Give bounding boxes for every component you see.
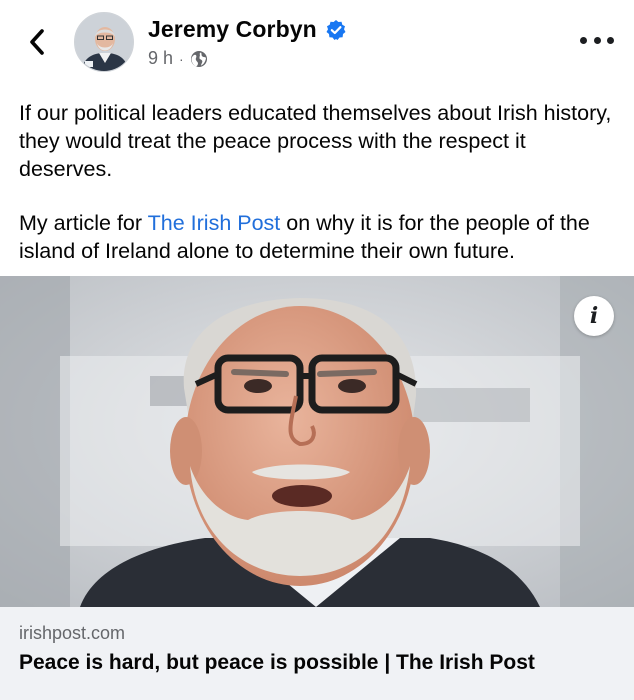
- post-meta: 9 h ·: [148, 48, 208, 69]
- verified-badge-icon: [325, 19, 347, 41]
- link-domain: irishpost.com: [19, 623, 126, 643]
- back-button[interactable]: [22, 24, 52, 60]
- portrait-photo: [0, 276, 634, 607]
- more-dot-icon: [593, 36, 601, 44]
- link-preview-card[interactable]: irishpost.com Peace is hard, but peace i…: [0, 607, 634, 700]
- author-name[interactable]: Jeremy Corbyn: [148, 16, 317, 43]
- more-dot-icon: [580, 36, 587, 44]
- info-button[interactable]: i: [574, 296, 614, 336]
- avatar[interactable]: [74, 12, 134, 72]
- globe-icon: [190, 50, 208, 68]
- post-header: Jeremy Corbyn 9 h ·: [0, 0, 634, 90]
- post-message: If our political leaders educated themse…: [19, 99, 619, 265]
- meta-separator: ·: [179, 50, 184, 67]
- paragraph-2-lead: My article for: [19, 211, 148, 235]
- profile-photo: [75, 13, 133, 71]
- author-row: Jeremy Corbyn: [148, 16, 347, 43]
- post-time[interactable]: 9 h: [148, 48, 173, 69]
- chevron-left-icon: [30, 29, 44, 55]
- irish-post-page-link[interactable]: The Irish Post: [148, 211, 281, 235]
- more-dot-icon: [607, 36, 614, 44]
- link-preview-image[interactable]: [0, 276, 634, 607]
- post-paragraph-2: My article for The Irish Post on why it …: [19, 209, 619, 265]
- more-options-button[interactable]: [580, 28, 614, 52]
- link-headline[interactable]: Peace is hard, but peace is possible | T…: [19, 651, 535, 675]
- post-paragraph-1: If our political leaders educated themse…: [19, 101, 612, 181]
